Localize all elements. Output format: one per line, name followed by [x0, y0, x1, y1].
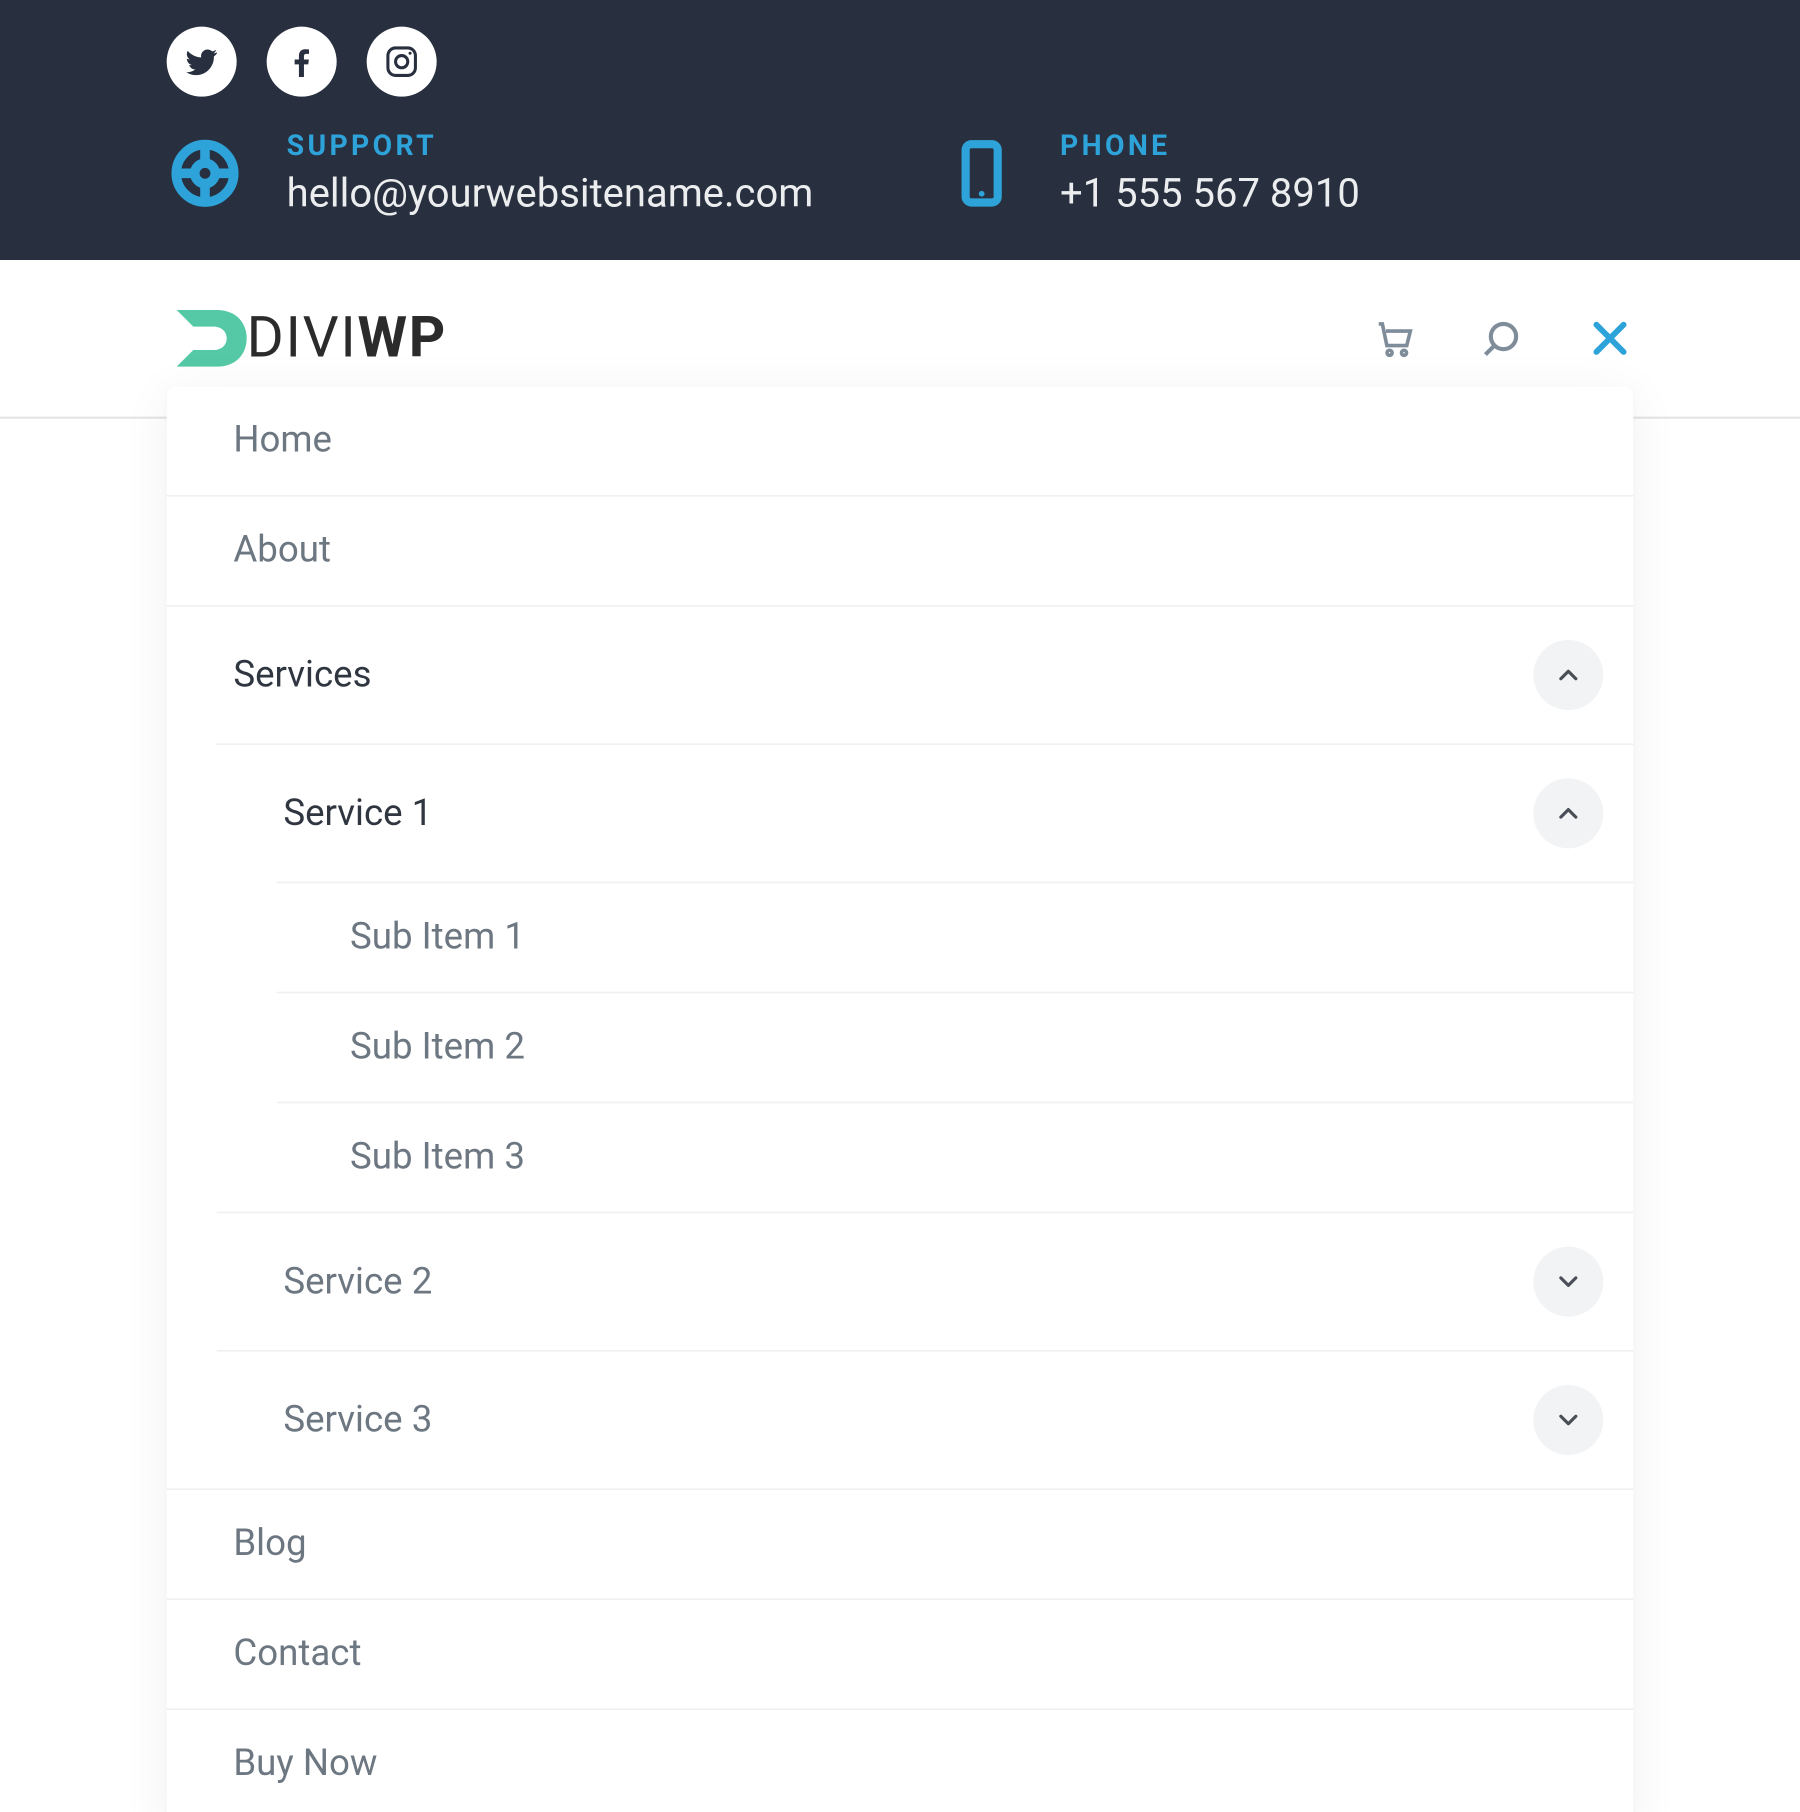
close-icon[interactable] — [1587, 315, 1634, 362]
menu-item-label: Sub Item 2 — [350, 1027, 525, 1069]
support-block: SUPPORT hello@yourwebsitename.com — [167, 130, 814, 217]
menu-item-service-1[interactable]: Service 1 — [217, 745, 1634, 882]
social-row — [167, 27, 1634, 97]
phone-text: PHONE +1 555 567 8910 — [1060, 130, 1360, 217]
menu-item-label: Service 3 — [283, 1399, 432, 1441]
logo-mark-icon — [167, 297, 250, 380]
phone-label: PHONE — [1060, 130, 1360, 163]
menu-item-about[interactable]: About — [167, 497, 1634, 605]
menu-item-label: Buy Now — [233, 1743, 377, 1785]
twitter-icon[interactable] — [167, 27, 237, 97]
menu-item-buy-now[interactable]: Buy Now — [167, 1710, 1634, 1812]
menu-item-label: Sub Item 3 — [350, 1137, 525, 1179]
menu-item-label: Home — [233, 420, 332, 462]
support-icon — [167, 135, 244, 212]
phone-block: PHONE +1 555 567 8910 — [947, 130, 1360, 217]
menu-panel: Home About Services Service — [167, 387, 1634, 1812]
phone-icon — [947, 138, 1017, 208]
logo[interactable]: DIVIWP — [167, 297, 447, 380]
menu-item-label: Contact — [233, 1633, 361, 1675]
logo-text-part2: WP — [357, 305, 446, 372]
search-icon[interactable] — [1480, 317, 1523, 360]
instagram-icon[interactable] — [367, 27, 437, 97]
menu-item-blog[interactable]: Blog — [167, 1490, 1634, 1598]
menu-item-label: Service 2 — [283, 1261, 432, 1303]
chevron-up-icon[interactable] — [1533, 778, 1603, 848]
contact-row: SUPPORT hello@yourwebsitename.com PHONE … — [167, 130, 1634, 217]
menu-item-sub-3[interactable]: Sub Item 3 — [277, 1103, 1634, 1211]
chevron-up-icon[interactable] — [1533, 640, 1603, 710]
menu-item-service-3[interactable]: Service 3 — [217, 1352, 1634, 1489]
menu-item-contact[interactable]: Contact — [167, 1600, 1634, 1708]
menu-item-label: Sub Item 1 — [350, 917, 525, 959]
menu-item-label: Services — [233, 654, 371, 696]
facebook-icon[interactable] — [267, 27, 337, 97]
menu-item-sub-1[interactable]: Sub Item 1 — [277, 883, 1634, 991]
phone-value[interactable]: +1 555 567 8910 — [1060, 170, 1360, 217]
header-actions — [1373, 315, 1633, 362]
support-label: SUPPORT — [287, 130, 814, 163]
chevron-down-icon[interactable] — [1533, 1385, 1603, 1455]
menu-item-label: About — [233, 530, 331, 572]
menu-item-home[interactable]: Home — [167, 387, 1634, 495]
menu-item-services[interactable]: Services — [167, 607, 1634, 744]
topbar: SUPPORT hello@yourwebsitename.com PHONE … — [0, 0, 1800, 260]
menu-item-sub-2[interactable]: Sub Item 2 — [277, 993, 1634, 1101]
menu-item-label: Blog — [233, 1523, 306, 1565]
support-text: SUPPORT hello@yourwebsitename.com — [287, 130, 814, 217]
cart-icon[interactable] — [1373, 317, 1416, 360]
menu-item-service-2[interactable]: Service 2 — [217, 1213, 1634, 1350]
logo-text-part1: DIVI — [247, 305, 358, 372]
logo-text: DIVIWP — [247, 305, 447, 372]
chevron-down-icon[interactable] — [1533, 1247, 1603, 1317]
menu-item-label: Service 1 — [283, 793, 432, 835]
support-value[interactable]: hello@yourwebsitename.com — [287, 170, 814, 217]
